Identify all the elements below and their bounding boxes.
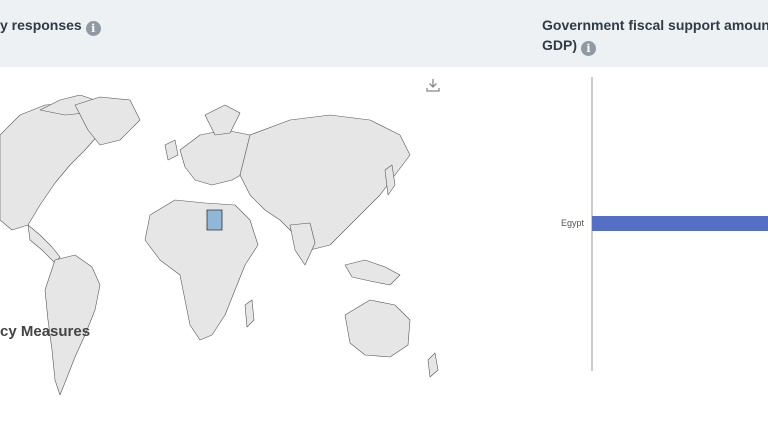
india-shape [289, 222, 316, 266]
fiscal-support-title: Government fiscal support amount GDP) i [542, 15, 768, 56]
sea-islands-shape [344, 259, 401, 286]
download-icon[interactable] [425, 77, 441, 93]
africa-shape [144, 199, 259, 341]
category-label: Egypt [561, 218, 585, 228]
egypt-bar [592, 216, 768, 231]
uk-shape [164, 139, 179, 161]
info-icon[interactable]: i [85, 21, 101, 36]
egypt-shape [206, 209, 223, 231]
scandinavia-shape [204, 104, 241, 136]
australia-shape [344, 299, 411, 358]
policy-responses-title: y responses i [0, 15, 101, 36]
asia-shape [239, 114, 411, 251]
central-america-shape [27, 224, 61, 264]
map-caption: cy Measures [0, 323, 91, 340]
new-zealand-shape [427, 352, 439, 378]
fiscal-support-chart: Egypt [561, 77, 768, 371]
fiscal-support-title-line2: GDP) [542, 37, 577, 53]
world-map[interactable] [0, 95, 445, 400]
fiscal-support-title-line1: Government fiscal support amount [542, 17, 768, 33]
policy-responses-title-text: y responses [0, 17, 82, 33]
info-icon[interactable]: i [581, 41, 596, 56]
madagascar-shape [244, 299, 255, 328]
